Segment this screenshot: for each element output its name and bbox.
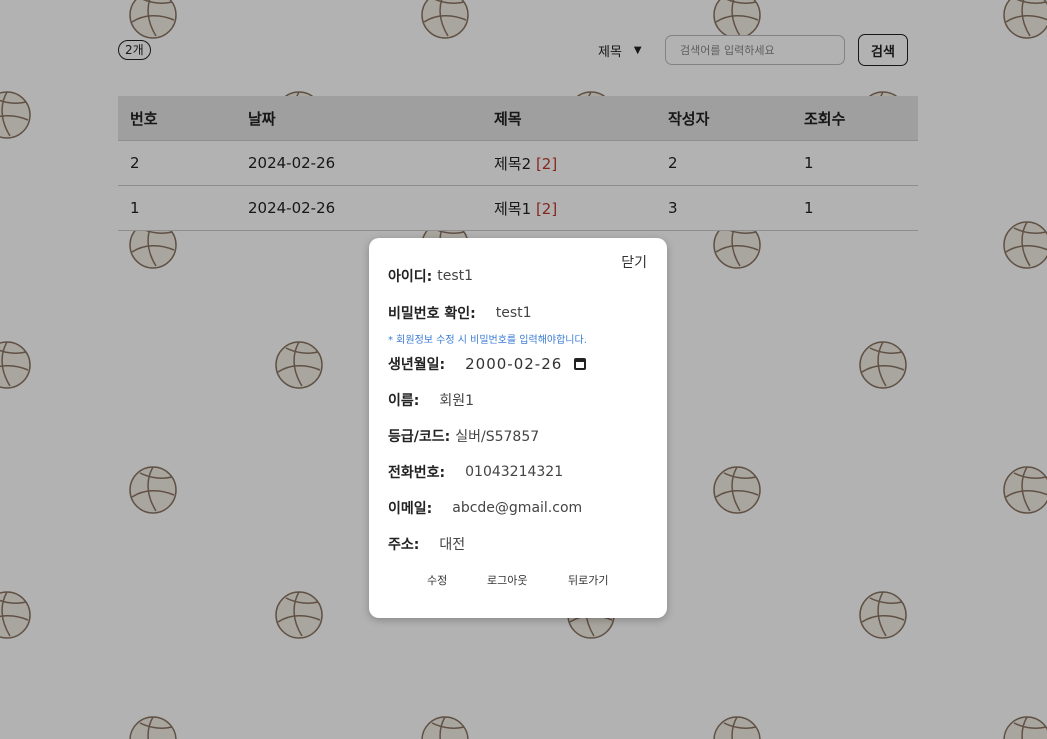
birth-date-input[interactable]: 2000-02-26 <box>465 355 587 373</box>
email-label: 이메일: <box>388 501 433 517</box>
grade-value: 실버/S57857 <box>455 429 540 445</box>
logout-button[interactable]: 로그아웃 <box>487 572 527 588</box>
edit-button[interactable]: 수정 <box>427 572 447 588</box>
id-value: test1 <box>437 268 474 284</box>
birth-date-value: 2000-02-26 <box>465 355 563 373</box>
name-label: 이름: <box>388 393 420 409</box>
password-confirm-label: 비밀번호 확인: <box>388 306 476 322</box>
birth-row: 생년월일: 2000-02-26 <box>388 354 587 374</box>
password-hint: * 회원정보 수정 시 비밀번호를 입력해야합니다. <box>388 335 587 346</box>
calendar-icon[interactable] <box>574 358 587 370</box>
member-info-modal: 닫기 아이디: test1 비밀번호 확인: test1 * 회원정보 수정 시… <box>369 238 667 618</box>
page: 2개 제목 ▼ 검색 번호 날짜 제목 작성자 조회수 2 2024-02-26… <box>0 0 1047 739</box>
phone-label: 전화번호: <box>388 465 446 481</box>
id-row: 아이디: test1 <box>388 266 473 286</box>
id-label: 아이디: <box>388 269 433 285</box>
name-field[interactable]: 회원1 <box>439 390 474 410</box>
grade-label: 등급/코드: <box>388 429 451 445</box>
phone-row: 전화번호: 01043214321 <box>388 462 563 482</box>
email-row: 이메일: abcde@gmail.com <box>388 498 582 518</box>
password-confirm-row: 비밀번호 확인: test1 <box>388 303 532 323</box>
birth-label: 생년월일: <box>388 357 446 373</box>
address-field[interactable]: 대전 <box>439 534 465 554</box>
password-confirm-field[interactable]: test1 <box>496 305 532 321</box>
phone-field[interactable]: 01043214321 <box>465 464 563 480</box>
address-row: 주소: 대전 <box>388 534 465 554</box>
address-label: 주소: <box>388 537 420 553</box>
name-row: 이름: 회원1 <box>388 390 474 410</box>
close-button[interactable]: 닫기 <box>621 252 647 272</box>
email-field[interactable]: abcde@gmail.com <box>452 500 582 516</box>
grade-row: 등급/코드: 실버/S57857 <box>388 426 539 446</box>
back-button[interactable]: 뒤로가기 <box>568 572 608 588</box>
